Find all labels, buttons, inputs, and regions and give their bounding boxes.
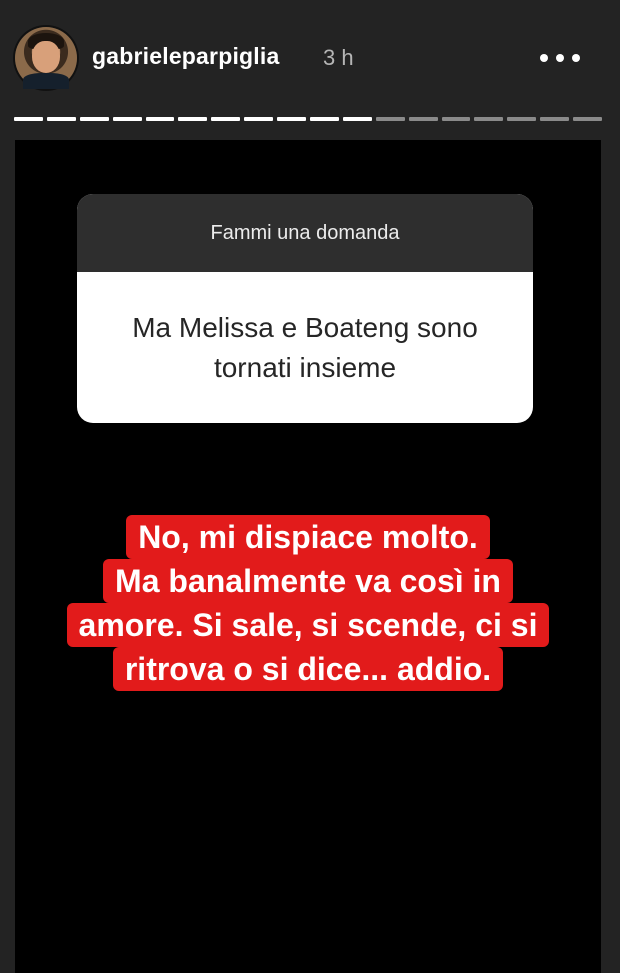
progress-segment — [211, 117, 241, 121]
more-options-icon[interactable] — [540, 52, 588, 64]
progress-segment — [474, 117, 504, 121]
progress-segment — [277, 117, 307, 121]
username[interactable]: gabrieleparpiglia — [92, 43, 279, 70]
answer-line: Ma banalmente va così in — [103, 559, 513, 603]
progress-segment — [178, 117, 208, 121]
avatar-shirt — [23, 73, 69, 89]
avatar-face — [32, 41, 60, 73]
question-prompt: Fammi una domanda — [77, 194, 533, 272]
progress-segment — [244, 117, 274, 121]
progress-segment — [408, 117, 438, 121]
answer-text-block: No, mi dispiace molto. Ma banalmente va … — [15, 515, 601, 691]
progress-segment — [573, 117, 603, 121]
progress-segment — [14, 117, 43, 121]
progress-segment — [46, 117, 76, 121]
progress-segment — [540, 117, 570, 121]
progress-segment — [112, 117, 142, 121]
answer-line: amore. Si sale, si scende, ci si — [66, 603, 550, 647]
dot-icon — [572, 54, 580, 62]
progress-segment — [310, 117, 339, 121]
question-sticker: Fammi una domanda Ma Melissa e Boateng s… — [77, 194, 533, 423]
progress-segment — [375, 117, 405, 121]
progress-segment — [441, 117, 471, 121]
question-text: Ma Melissa e Boateng sono tornati insiem… — [132, 311, 478, 383]
dot-icon — [556, 54, 564, 62]
post-time: 3 h — [323, 45, 354, 70]
story-progress-bar — [14, 117, 603, 123]
dot-icon — [540, 54, 548, 62]
avatar[interactable] — [15, 27, 77, 89]
progress-segment — [79, 117, 109, 121]
progress-segment — [342, 117, 372, 121]
answer-line: ritrova o si dice... addio. — [112, 647, 504, 691]
story-content[interactable]: Fammi una domanda Ma Melissa e Boateng s… — [15, 140, 601, 973]
answer-line: No, mi dispiace molto. — [126, 515, 490, 559]
story-header: gabrieleparpiglia 3 h — [0, 0, 620, 110]
progress-segment — [145, 117, 175, 121]
progress-segment — [507, 117, 537, 121]
